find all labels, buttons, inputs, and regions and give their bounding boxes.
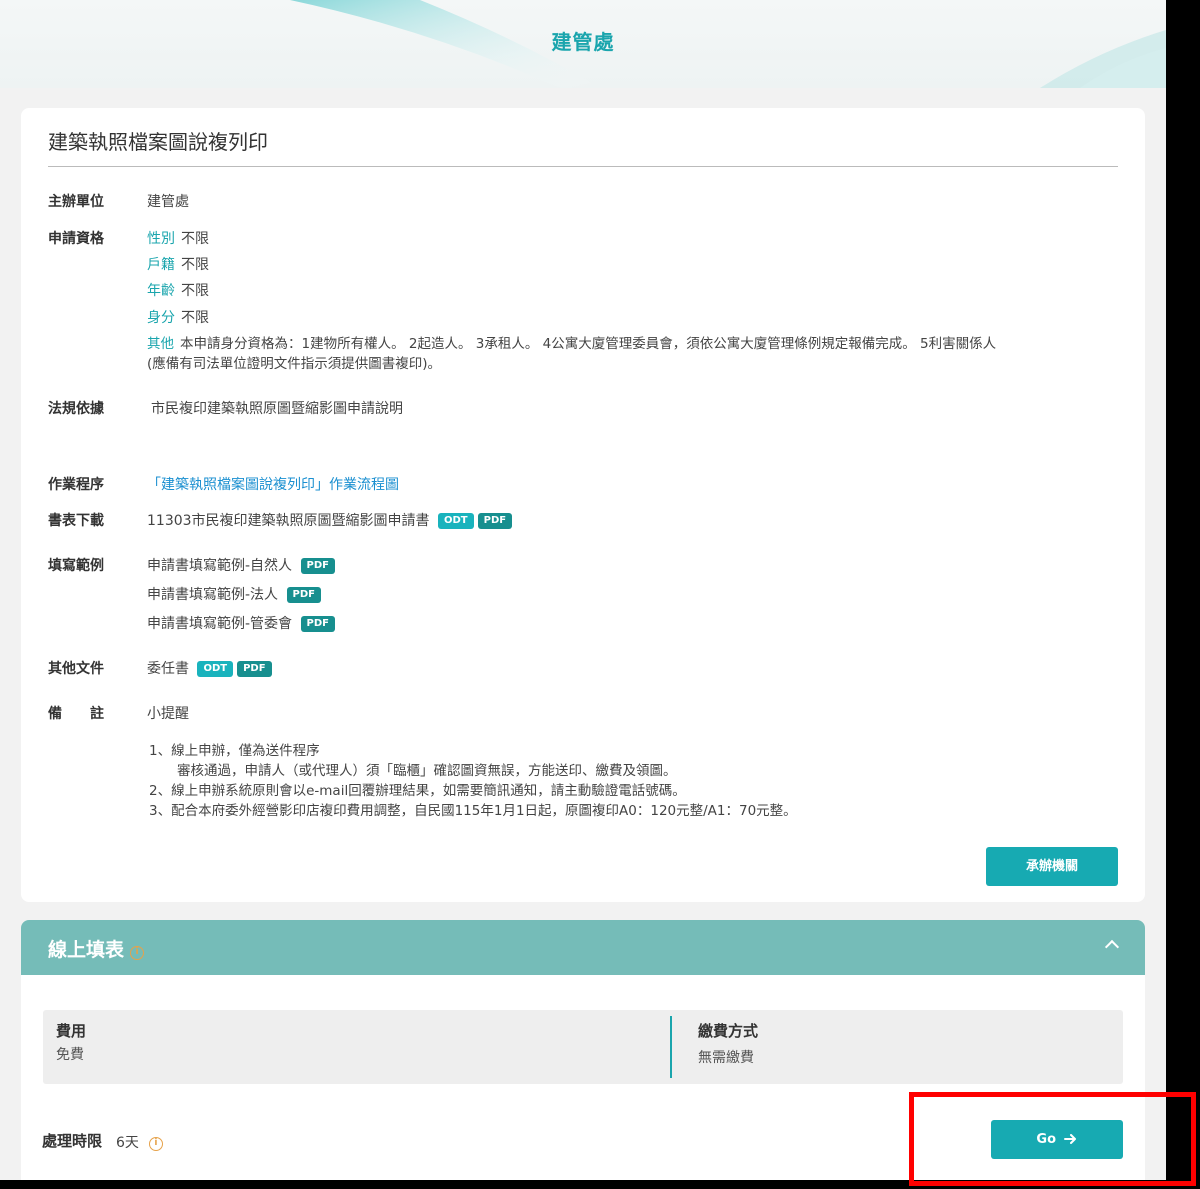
highlight-box <box>909 1092 1196 1186</box>
info-icon[interactable]: i <box>130 946 145 960</box>
example-name: 申請書填寫範例-管委會 <box>147 616 293 632</box>
info-icon[interactable]: i <box>148 1137 163 1151</box>
form-name: 11303市民複印建築執照原圖暨縮影圖申請書 <box>147 513 430 529</box>
service-title: 建築執照檔案圖說複列印 <box>48 130 268 154</box>
eligibility-value: 不限 <box>181 310 209 326</box>
other-docs-label: 其他文件 <box>48 661 104 677</box>
chevron-up-icon[interactable] <box>1104 939 1120 955</box>
organizer-value: 建管處 <box>147 194 189 210</box>
screen-edge <box>1166 0 1200 1189</box>
agency-button[interactable]: 承辦機關 <box>986 847 1118 886</box>
example-name: 申請書填寫範例-自然人 <box>147 558 293 574</box>
example-item: 申請書填寫範例-管委會 PDF <box>147 613 335 633</box>
regulation-value: 市民複印建築執照原圖暨縮影圖申請說明 <box>151 401 403 417</box>
example-name: 申請書填寫範例-法人 <box>147 587 279 603</box>
eligibility-other: 其他 本申請身分資格為：1建物所有權人。 2起造人。 3承租人。 4公寓大廈管理委… <box>147 334 1117 374</box>
fee-divider <box>670 1016 672 1078</box>
eligibility-value: 不限 <box>181 231 209 247</box>
procedure-label: 作業程序 <box>48 477 104 493</box>
note-line: 1、線上申辦，僅為送件程序 <box>149 743 320 759</box>
pdf-download-button[interactable]: PDF <box>300 616 335 632</box>
notes-heading: 小提醒 <box>147 706 189 722</box>
time-limit-label: 處理時限 <box>42 1132 103 1150</box>
note-line: 2、線上申辦系統原則會以e-mail回覆辦理結果，如需要簡訊通知，請主動驗證電話… <box>149 783 686 799</box>
pdf-download-button[interactable]: PDF <box>300 558 335 574</box>
note-line: 3、配合本府委外經營影印店複印費用調整，自民國115年1月1日起，原圖複印A0：… <box>149 803 797 819</box>
fee-box: 費用 免費 繳費方式 無需繳費 <box>43 1010 1123 1084</box>
header-title: 建管處 <box>551 30 615 54</box>
eligibility-value-continued: (應備有司法單位證明文件指示須提供圖書複印)。 <box>147 356 442 372</box>
examples-label: 填寫範例 <box>48 558 104 574</box>
eligibility-key: 戶籍 <box>147 257 175 273</box>
fee-value: 免費 <box>56 1047 84 1063</box>
service-info-card: 建築執照檔案圖說複列印 主辦單位 建管處 申請資格 性別 不限 戶籍 不限 年齡 不限… <box>21 108 1145 902</box>
eligibility-value: 不限 <box>181 257 209 273</box>
payment-label: 繳費方式 <box>698 1022 759 1040</box>
page-header: 建管處 <box>0 0 1166 88</box>
eligibility-value: 本申請身分資格為：1建物所有權人。 2起造人。 3承租人。 4公寓大廈管理委員會… <box>180 336 997 352</box>
notes-label: 備 註 <box>48 706 104 722</box>
notes-list: 1、線上申辦，僅為送件程序 審核通過，申請人（或代理人）須「臨櫃」確認圖資無誤，… <box>147 741 797 821</box>
time-limit-days: 6天 <box>116 1135 139 1151</box>
eligibility-key: 身分 <box>147 310 175 326</box>
online-form-title-text: 線上填表 <box>48 939 125 961</box>
eligibility-value: 不限 <box>181 283 209 299</box>
regulation-label: 法規依據 <box>48 401 104 417</box>
procedure-flowchart-link[interactable]: 「建築執照檔案圖說複列印」作業流程圖 <box>147 474 399 494</box>
eligibility-household: 戶籍 不限 <box>147 254 209 274</box>
example-item: 申請書填寫範例-自然人 PDF <box>147 555 335 575</box>
time-limit-value: 6天 i <box>116 1132 163 1152</box>
organizer-label: 主辦單位 <box>48 194 104 210</box>
eligibility-key: 性別 <box>147 231 175 247</box>
odt-download-button[interactable]: ODT <box>438 513 474 529</box>
title-divider <box>48 166 1118 167</box>
odt-download-button[interactable]: ODT <box>197 661 234 677</box>
fee-label: 費用 <box>56 1022 87 1040</box>
eligibility-gender: 性別 不限 <box>147 228 209 248</box>
online-form-panel-header[interactable]: 線上填表 i <box>21 920 1145 975</box>
forms-label: 書表下載 <box>48 513 104 529</box>
online-form-title: 線上填表 i <box>48 935 145 962</box>
other-doc-name: 委任書 <box>147 661 189 677</box>
eligibility-identity: 身分 不限 <box>147 307 209 327</box>
example-item: 申請書填寫範例-法人 PDF <box>147 584 321 604</box>
other-docs: 委任書 ODT PDF <box>147 658 272 678</box>
eligibility-label: 申請資格 <box>48 231 104 247</box>
eligibility-age: 年齡 不限 <box>147 280 209 300</box>
pdf-download-button[interactable]: PDF <box>237 661 272 677</box>
eligibility-key: 其他 <box>147 336 174 352</box>
note-line: 審核通過，申請人（或代理人）須「臨櫃」確認圖資無誤，方能送印、繳費及領圖。 <box>177 763 677 779</box>
page: 建管處 建築執照檔案圖說複列印 主辦單位 建管處 申請資格 性別 不限 戶籍 不限 … <box>0 0 1166 1180</box>
pdf-download-button[interactable]: PDF <box>286 587 321 603</box>
forms-download: 11303市民複印建築執照原圖暨縮影圖申請書 ODT PDF <box>147 510 513 530</box>
pdf-download-button[interactable]: PDF <box>477 513 513 529</box>
eligibility-key: 年齡 <box>147 283 175 299</box>
payment-value: 無需繳費 <box>698 1050 754 1066</box>
